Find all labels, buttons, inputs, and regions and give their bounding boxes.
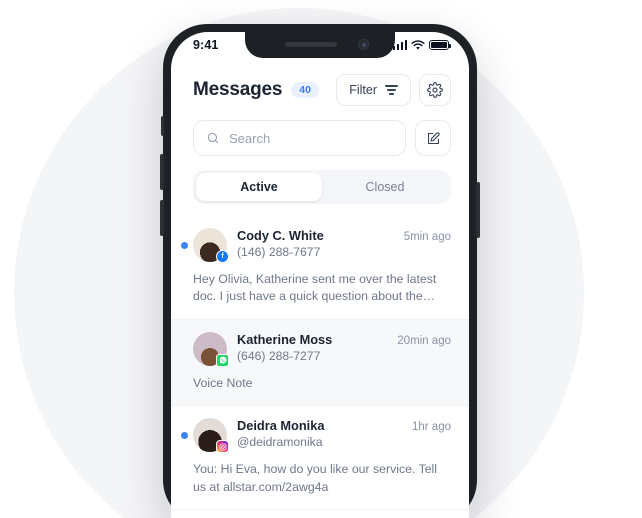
message-timestamp: 20min ago xyxy=(397,334,451,347)
phone-mockup: 9:41 Messages 40 Filter Search Active Cl… xyxy=(160,24,480,518)
tab-closed[interactable]: Closed xyxy=(322,173,448,201)
message-preview: Voice Note xyxy=(193,375,253,390)
filter-button[interactable]: Filter xyxy=(336,74,411,106)
front-camera-icon xyxy=(358,39,369,50)
app-header: Messages 40 Filter xyxy=(171,58,469,106)
unread-dot xyxy=(181,432,188,440)
contact-subtitle: @deidramonika xyxy=(237,435,323,450)
avatar xyxy=(193,331,229,367)
wifi-icon xyxy=(411,39,425,50)
title-group: Messages 40 xyxy=(193,79,319,101)
phone-screen: 9:41 Messages 40 Filter Search Active Cl… xyxy=(171,32,469,518)
message-meta: Katherine Moss 20min ago (646) 288-7277 xyxy=(237,332,451,363)
message-preview: Hey Olivia, Katherine sent me over the l… xyxy=(193,272,437,304)
contact-subtitle: (146) 288-7677 xyxy=(237,245,321,259)
message-list: f Cody C. White 5min ago (146) 288-7677 … xyxy=(171,216,469,511)
message-title-row: Katherine Moss 20min ago xyxy=(237,332,451,347)
earpiece-speaker xyxy=(285,42,337,47)
message-title-row: Deidra Monika 1hr ago xyxy=(237,418,451,433)
unread-dot xyxy=(181,242,188,249)
message-meta: Cody C. White 5min ago (146) 288-7677 xyxy=(237,228,451,259)
status-time: 9:41 xyxy=(193,38,219,52)
filter-lines-icon xyxy=(385,85,398,95)
search-placeholder: Search xyxy=(229,130,271,146)
message-header-row: f Cody C. White 5min ago (146) 288-7677 xyxy=(193,228,451,263)
whatsapp-glyph xyxy=(219,357,226,364)
screenshot-stage: 9:41 Messages 40 Filter Search Active Cl… xyxy=(0,0,642,518)
message-header-row: Deidra Monika 1hr ago @deidramonika xyxy=(193,418,451,454)
search-icon xyxy=(207,132,219,144)
settings-button[interactable] xyxy=(419,74,451,106)
search-row: Search xyxy=(171,106,469,156)
filter-button-label: Filter xyxy=(349,83,377,97)
whatsapp-badge-icon xyxy=(216,353,229,367)
phone-volume-up-button[interactable] xyxy=(160,154,164,190)
facebook-badge-icon: f xyxy=(216,250,229,263)
compose-button[interactable] xyxy=(415,120,451,156)
message-header-row: Katherine Moss 20min ago (646) 288-7277 xyxy=(193,331,451,367)
message-timestamp: 5min ago xyxy=(403,231,451,243)
contact-subtitle: (646) 288-7277 xyxy=(237,348,321,363)
message-list-item[interactable]: Katherine Moss 20min ago (646) 288-7277 … xyxy=(171,319,469,407)
instagram-glyph xyxy=(219,443,226,451)
message-list-item[interactable]: Deidra Monika 1hr ago @deidramonika You:… xyxy=(171,406,469,511)
phone-power-button[interactable] xyxy=(476,182,480,238)
message-meta: Deidra Monika 1hr ago @deidramonika xyxy=(237,418,451,449)
phone-silent-switch[interactable] xyxy=(161,116,164,136)
contact-name: Deidra Monika xyxy=(237,418,325,434)
message-title-row: Cody C. White 5min ago xyxy=(237,228,451,243)
message-timestamp: 1hr ago xyxy=(411,421,451,434)
compose-icon xyxy=(427,131,440,144)
contact-name: Cody C. White xyxy=(237,228,324,243)
status-icons xyxy=(392,39,451,51)
avatar xyxy=(193,418,229,454)
tab-active[interactable]: Active xyxy=(196,173,322,201)
phone-notch xyxy=(245,32,395,58)
message-count-badge: 40 xyxy=(291,81,319,99)
header-actions: Filter xyxy=(336,74,451,106)
avatar: f xyxy=(193,228,229,263)
battery-full-icon xyxy=(429,40,451,50)
page-title: Messages xyxy=(193,79,283,100)
message-list-item[interactable]: f Cody C. White 5min ago (146) 288-7677 … xyxy=(171,216,469,320)
facebook-glyph: f xyxy=(221,253,224,260)
instagram-badge-icon xyxy=(216,440,229,454)
phone-volume-down-button[interactable] xyxy=(160,200,164,236)
message-preview: You: Hi Eva, how do you like our service… xyxy=(193,462,438,494)
gear-icon xyxy=(427,82,443,98)
status-tabs: Active Closed xyxy=(193,170,451,204)
contact-name: Katherine Moss xyxy=(237,331,333,347)
search-input[interactable]: Search xyxy=(193,120,406,156)
